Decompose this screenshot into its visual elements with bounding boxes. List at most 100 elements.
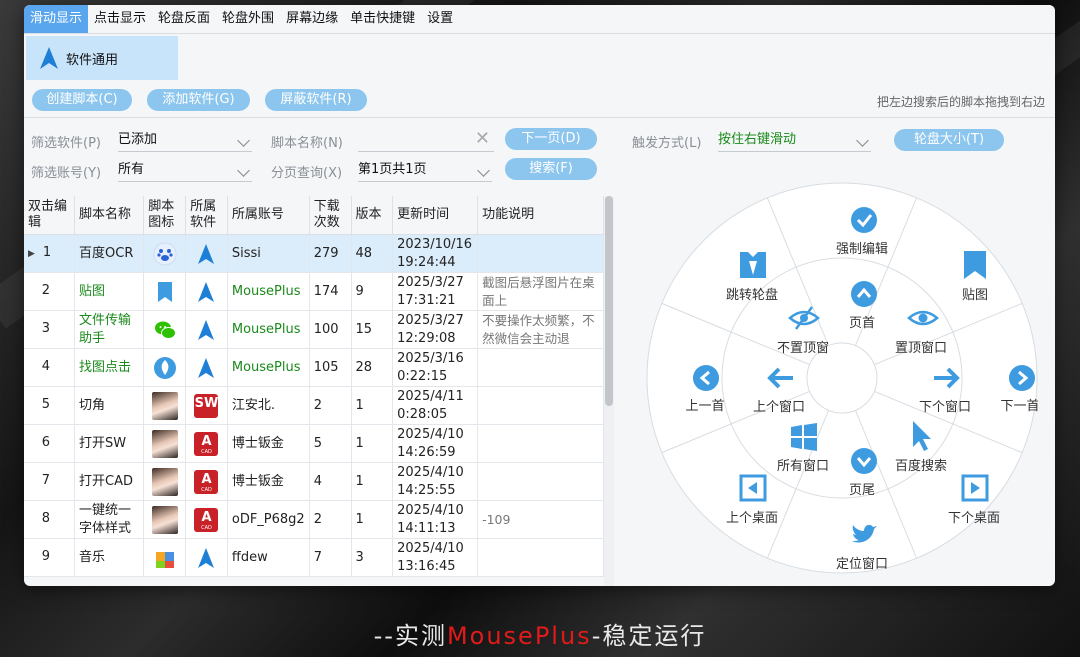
trigger-mode-select[interactable]: 按住右键滑动 — [718, 129, 871, 152]
description — [477, 538, 604, 577]
tab-6[interactable]: 设置 — [421, 5, 459, 33]
script-name: 打开SW — [74, 424, 145, 463]
up-icon — [851, 281, 877, 307]
tab-3[interactable]: 轮盘外围 — [216, 5, 280, 33]
prev-icon — [693, 365, 719, 391]
script-icon-cell — [143, 234, 187, 273]
table-row[interactable]: 2 贴图 MousePlus 174 9 2025/3/27 17:31:21 截图后悬浮图… — [24, 272, 604, 311]
column-header[interactable]: 双击编辑 — [24, 196, 76, 235]
description: -109 — [477, 500, 604, 539]
wheel-item-label: 上个桌面 — [726, 511, 778, 526]
next-icon — [1009, 365, 1035, 391]
downloads: 7 — [309, 538, 352, 577]
search-button[interactable]: 搜索(F) — [505, 158, 597, 180]
tab-4[interactable]: 屏幕边缘 — [280, 5, 344, 33]
row-number: 8 — [24, 500, 76, 539]
column-header[interactable]: 功能说明 — [477, 196, 604, 235]
script-name: 贴图 — [74, 272, 145, 311]
table-row[interactable]: 3 文件传输助手 MousePlus 100 15 2025/3/27 12:29:08 不… — [24, 310, 604, 349]
column-header[interactable]: 版本 — [351, 196, 394, 235]
description: 截图后悬浮图片在桌面上 — [477, 272, 604, 311]
table-row[interactable]: 8 一键统一字体样式 A CAD oDF_P68g2 2 1 2025/4/10 14:11:… — [24, 500, 604, 539]
column-header[interactable]: 下载次数 — [309, 196, 352, 235]
software-icon-cell — [185, 234, 228, 273]
column-header[interactable]: 更新时间 — [392, 196, 479, 235]
update-time: 2025/4/10 14:26:59 — [392, 424, 479, 463]
script-table: 双击编辑 脚本名称 脚本图标 所属软件 所属账号 下载次数 版本 更新时间 功能说明 ▶ 1 百度O… — [24, 196, 604, 577]
category-item-software-general[interactable]: 软件通用 — [26, 36, 178, 80]
bookmark-icon — [157, 281, 172, 302]
version: 3 — [351, 538, 394, 577]
script-icon-cell — [143, 500, 187, 539]
block-software-button[interactable]: 屏蔽软件(R) — [265, 89, 367, 111]
software-icon-cell: SW — [185, 386, 228, 425]
chevron-down-icon — [477, 164, 490, 177]
script-name: 百度OCR — [74, 234, 145, 273]
table-row[interactable]: 5 切角 SW 江安北. 2 1 2025/4/11 0:28:05 — [24, 386, 604, 425]
update-time: 2023/10/16 19:24:44 — [392, 234, 479, 273]
wheel-item-label: 百度搜索 — [895, 458, 947, 474]
column-header[interactable]: 所属软件 — [185, 196, 228, 235]
description — [477, 234, 604, 273]
wheel-item-label: 置顶窗口 — [895, 340, 947, 356]
autocad-icon: A CAD — [194, 431, 219, 456]
tab-0[interactable]: 滑动显示 — [24, 5, 89, 33]
table-row[interactable]: 7 打开CAD A CAD 博士钣金 4 1 2025/4/10 14:25:55 — [24, 462, 604, 501]
account: oDF_P68g2 — [227, 500, 310, 539]
table-row[interactable]: ▶ 1 百度OCR Sissi 279 48 2023/10/16 19:24:44 — [24, 234, 604, 273]
filter-software-label: 筛选软件(P) — [31, 136, 101, 151]
script-name: 文件传输助手 — [74, 310, 145, 349]
script-name-input[interactable]: ✕ — [358, 128, 494, 152]
tab-1[interactable]: 点击显示 — [88, 5, 152, 33]
account: MousePlus — [227, 272, 310, 311]
row-number: 5 — [24, 386, 76, 425]
wheel-item-label: 下一首 — [1000, 399, 1038, 414]
table-scrollbar[interactable] — [605, 196, 613, 406]
clear-icon[interactable]: ✕ — [475, 128, 490, 150]
wheel-size-button[interactable]: 轮盘大小(T) — [894, 129, 1004, 151]
avatar-photo — [151, 429, 178, 458]
table-row[interactable]: 6 打开SW A CAD 博士钣金 5 1 2025/4/10 14:26:59 — [24, 424, 604, 463]
downloads: 105 — [309, 348, 352, 387]
column-header[interactable]: 所属账号 — [227, 196, 310, 235]
add-software-button[interactable]: 添加软件(G) — [147, 89, 250, 111]
script-name: 打开CAD — [74, 462, 145, 501]
navigation-arrow-icon — [198, 357, 215, 378]
version: 1 — [351, 462, 394, 501]
update-time: 2025/3/27 17:31:21 — [392, 272, 479, 311]
page-query-label: 分页查询(X) — [271, 166, 343, 181]
create-script-button[interactable]: 创建脚本(C) — [32, 89, 132, 111]
navigation-arrow-icon — [40, 47, 58, 69]
navigation-arrow-icon — [198, 547, 215, 568]
tab-5[interactable]: 单击快捷键 — [344, 5, 421, 33]
drag-hint: 把左边搜索后的脚本拖拽到右边 — [876, 95, 1045, 109]
downloads: 2 — [309, 500, 352, 539]
account: Sissi — [227, 234, 310, 273]
wheel-item-label: 下个桌面 — [948, 511, 1000, 526]
account: 江安北. — [227, 386, 310, 425]
table-row[interactable]: 4 找图点击 MousePlus 105 28 2025/3/16 0:22:15 — [24, 348, 604, 387]
column-header[interactable]: 脚本名称 — [74, 196, 145, 235]
column-header[interactable]: 脚本图标 — [143, 196, 187, 235]
row-number: 2 — [24, 272, 76, 311]
script-icon-cell — [143, 538, 187, 577]
avatar-photo — [151, 467, 178, 496]
navigation-arrow-icon — [198, 281, 215, 302]
downloads: 174 — [309, 272, 352, 311]
script-icon-cell — [143, 386, 187, 425]
wheel-item-label: 页尾 — [849, 483, 875, 498]
next-page-button[interactable]: 下一页(D) — [505, 128, 597, 150]
update-time: 2025/3/16 0:22:15 — [392, 348, 479, 387]
tab-2[interactable]: 轮盘反面 — [152, 5, 216, 33]
action-wheel: 强制编辑贴图下一首下个桌面定位窗口 上个桌面 上一首 跳转轮盘页首置顶窗口下个窗口百度… — [646, 182, 1038, 574]
update-time: 2025/4/10 14:11:13 — [392, 500, 479, 539]
solidworks-icon: SW — [194, 393, 219, 418]
script-name: 切角 — [74, 386, 145, 425]
filter-software-select[interactable]: 已添加 — [118, 129, 252, 152]
filter-account-select[interactable]: 所有 — [118, 159, 252, 182]
page-query-select[interactable]: 第1页共1页 — [358, 159, 492, 182]
table-row[interactable]: 9 音乐 ffdew 7 3 2025/4/10 13:16:45 — [24, 538, 604, 577]
script-icon-cell — [143, 310, 187, 349]
row-number: 9 — [24, 538, 76, 577]
chevron-down-icon — [237, 134, 250, 147]
